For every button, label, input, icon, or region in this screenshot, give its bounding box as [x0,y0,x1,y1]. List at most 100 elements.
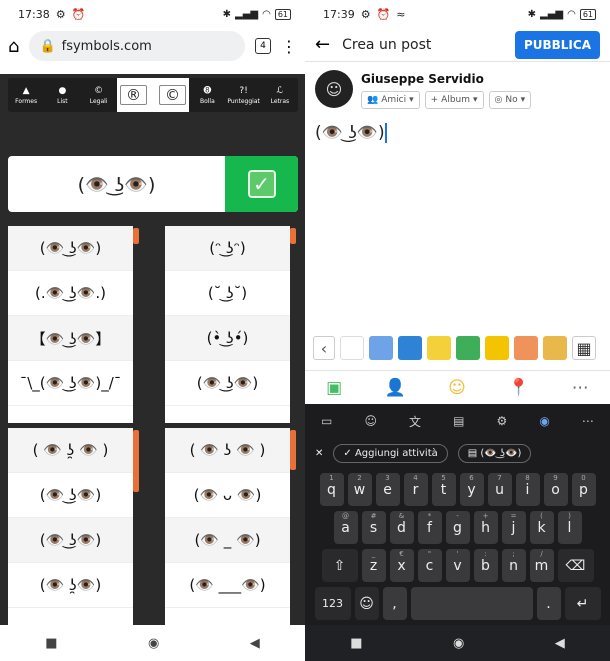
category-selected[interactable]: ® © [116,78,190,112]
more-icon[interactable]: ⋯ [572,378,589,398]
post-input[interactable]: (👁️ ͜ʖ👁️) [305,117,610,149]
key-n[interactable]: ; n [501,549,526,582]
key-t[interactable]: 5t [431,473,456,506]
category-item[interactable]: ℒ Letras [262,78,298,112]
home-nav-icon[interactable]: ◉ [148,636,159,651]
symbol-cell[interactable]: (👁️ ___👁️) [165,563,290,608]
key-m[interactable]: / m [529,549,554,582]
audience-chip[interactable]: 👥 Amici ▾ [361,91,420,109]
gif-icon[interactable]: ▭ [321,414,332,428]
symbol-cell[interactable]: ( 👁️ ʖ̯ 👁️ ) [8,428,133,473]
key-u[interactable]: 7u [487,473,512,506]
grid-icon[interactable]: ▦ [572,336,596,360]
collapse-icon[interactable]: ✕ [315,448,323,459]
key-r[interactable]: 4r [403,473,428,506]
background-option-yellow[interactable] [427,336,451,360]
key-f[interactable]: * f [417,511,442,544]
numbers-key[interactable]: 123 [314,587,351,620]
home-nav-icon[interactable]: ◉ [453,636,464,651]
recents-icon[interactable]: ■ [45,636,57,651]
symbol-cell[interactable]: (ᵔ ͜ʖᵔ) [165,226,290,271]
backspace-key[interactable]: ⌫ [557,549,594,582]
category-item[interactable]: ▲ Formes [8,78,44,112]
back-icon[interactable]: ◀ [555,636,565,651]
tab-count-button[interactable]: 4 [255,38,271,54]
album-chip[interactable]: + Album ▾ [424,91,484,109]
background-option-orange[interactable] [514,336,538,360]
category-item[interactable]: © Legali [81,78,117,112]
recents-icon[interactable]: ■ [350,636,362,651]
background-option-darkblue[interactable] [398,336,422,360]
menu-icon[interactable]: ⋮ [281,37,297,56]
background-option-plain[interactable] [340,336,364,360]
category-item[interactable]: ?! Punteggiat [226,78,262,112]
key-b[interactable]: :b [473,549,498,582]
emoji-key[interactable]: ☺ [354,587,379,620]
key-x[interactable]: € x [389,549,414,582]
add-activity-chip[interactable]: ✓ Aggiungi attività [333,443,448,463]
collapse-icon[interactable]: ‹ [313,336,335,360]
symbol-cell[interactable]: (👁️ ͜ʖ👁️) [8,226,133,271]
key-c[interactable]: " c [417,549,442,582]
key-j[interactable]: = j [501,511,526,544]
key-g[interactable]: -g [445,511,470,544]
symbol-cell[interactable]: (👁️ ͜ʖ👁️) [8,518,133,563]
settings-icon[interactable]: ⚙ [497,414,508,428]
symbol-cell[interactable]: (👁️ ͜ʖ👁️) [8,473,133,518]
theme-icon[interactable]: ◉ [539,414,549,428]
instagram-chip[interactable]: ◎ No ▾ [488,91,532,109]
key-y[interactable]: 6y [459,473,484,506]
key-s[interactable]: # s [361,511,386,544]
tag-people-icon[interactable]: 👤 [385,378,406,398]
sticker-icon[interactable]: ☺ [364,414,377,428]
category-item[interactable]: ● List [44,78,80,112]
more-icon[interactable]: ⋯ [582,414,594,428]
key-l[interactable]: ) l [557,511,582,544]
key-e[interactable]: 3e [375,473,400,506]
symbol-cell[interactable]: (👁️ ʖ̯👁️) [8,563,133,608]
preview-text[interactable]: (👁️ ͜ʖ👁️) [8,156,225,212]
translate-icon[interactable]: 文 [409,413,421,430]
key-v[interactable]: ' v [445,549,470,582]
copy-button[interactable]: ✓ [225,156,298,212]
symbol-cell[interactable]: (.👁️ ͜ʖ👁️.) [8,271,133,316]
back-arrow-icon[interactable]: ← [315,34,330,55]
symbol-cell[interactable]: (˘ ͜ʖ˘) [165,271,290,316]
key-p[interactable]: 0p [571,473,596,506]
back-icon[interactable]: ◀ [250,636,260,651]
period-key[interactable]: . [536,587,561,620]
key-a[interactable]: @ a [333,511,358,544]
clipboard-icon[interactable]: ▤ [453,414,464,428]
symbol-cell[interactable]: ¯\_(👁️ ͜ʖ👁️)_/¯ [8,361,133,406]
background-option-gold[interactable] [485,336,509,360]
publish-button[interactable]: PUBBLICA [514,30,600,59]
symbol-cell[interactable]: ( 👁️ ʖ 👁️ ) [165,428,290,473]
key-h[interactable]: + h [473,511,498,544]
address-bar[interactable]: 🔒 fsymbols.com [29,31,245,61]
symbol-cell[interactable]: (•̀ ͜ʖ•́) [165,316,290,361]
space-key[interactable] [410,587,533,620]
key-k[interactable]: (k [529,511,554,544]
feeling-icon[interactable]: ☺ [448,378,466,398]
symbol-cell[interactable]: (👁️ ͜ʖ👁️) [165,361,290,406]
key-d[interactable]: & d [389,511,414,544]
clipboard-chip[interactable]: ▤ (👁️ ͜ʖ👁️) [457,443,532,463]
location-icon[interactable]: 📍 [508,378,529,398]
symbol-cell[interactable]: 【👁️ ͜ʖ👁️】 [8,316,133,361]
symbol-cell[interactable]: (👁️ ᴗ 👁️) [165,473,290,518]
shift-key[interactable]: ⇧ [321,549,358,582]
key-i[interactable]: 8i [515,473,540,506]
key-o[interactable]: 9o [543,473,568,506]
enter-key[interactable]: ↵ [564,587,601,620]
key-q[interactable]: 1q [319,473,344,506]
home-icon[interactable]: ⌂ [8,36,19,57]
background-option-blue[interactable] [369,336,393,360]
key-z[interactable]: _ z [361,549,386,582]
photo-icon[interactable]: ▣ [326,378,342,398]
category-item[interactable]: ➑ Bolla [189,78,225,112]
background-option-sun[interactable] [543,336,567,360]
symbol-cell[interactable]: (👁️ _ 👁️) [165,518,290,563]
key-w[interactable]: 2w [347,473,372,506]
comma-key[interactable]: , [382,587,407,620]
background-option-green[interactable] [456,336,480,360]
